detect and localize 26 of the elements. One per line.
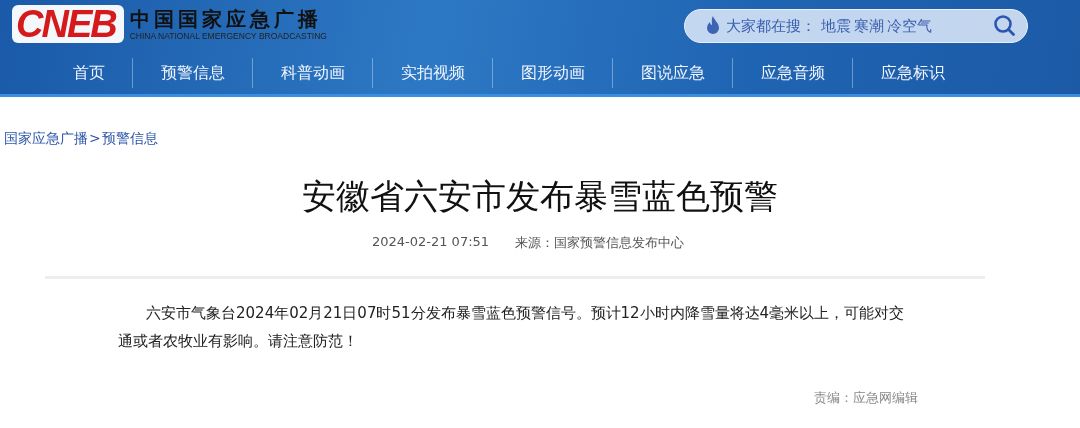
nav-link[interactable]: 科普动画	[253, 57, 373, 88]
search-keyword[interactable]: 冷空气	[887, 16, 932, 36]
search-icon[interactable]	[993, 14, 1017, 38]
site-name: 中国国家应急广播	[129, 6, 323, 31]
publish-date: 2024-02-21 07:51	[371, 234, 490, 251]
breadcrumb-link[interactable]: 国家应急广播	[4, 130, 88, 152]
article-body: 六安市气象台2024年02月21日07时51分发布暴雪蓝色预警信号。预计12小时内降雪量将达4毫米以上，可能对交通或者农牧业有影响。请注意防范！	[118, 303, 906, 352]
breadcrumb-separator: >	[88, 130, 102, 148]
article-source: 来源：国家预警信息发布中心	[515, 234, 685, 252]
article-title: 安徽省六安市发布暴雪蓝色预警	[301, 175, 779, 218]
site-name-english: CHINA NATIONAL EMERGENCY BROADCASTING	[129, 30, 327, 42]
search-keyword[interactable]: 寒潮	[854, 16, 884, 36]
search-bar[interactable]: 大家都在搜： 地震 寒潮 冷空气	[684, 9, 1028, 43]
search-label: 大家都在搜：	[726, 16, 816, 36]
breadcrumb-link[interactable]: 预警信息	[101, 130, 158, 152]
nav-link[interactable]: 实拍视频	[373, 57, 493, 88]
nav-link[interactable]: 应急音频	[733, 57, 853, 88]
editor-credit: 责编：应急网编辑	[814, 389, 918, 407]
flame-icon	[705, 16, 721, 36]
nav-link[interactable]: 首页	[45, 57, 133, 88]
logo-mark[interactable]: CNEB	[12, 5, 124, 43]
nav-link[interactable]: 图形动画	[493, 57, 613, 88]
search-keyword[interactable]: 地震	[821, 16, 851, 36]
nav-link[interactable]: 图说应急	[613, 57, 733, 88]
nav-link[interactable]: 应急标识	[853, 57, 972, 88]
nav-link[interactable]: 预警信息	[133, 57, 253, 88]
